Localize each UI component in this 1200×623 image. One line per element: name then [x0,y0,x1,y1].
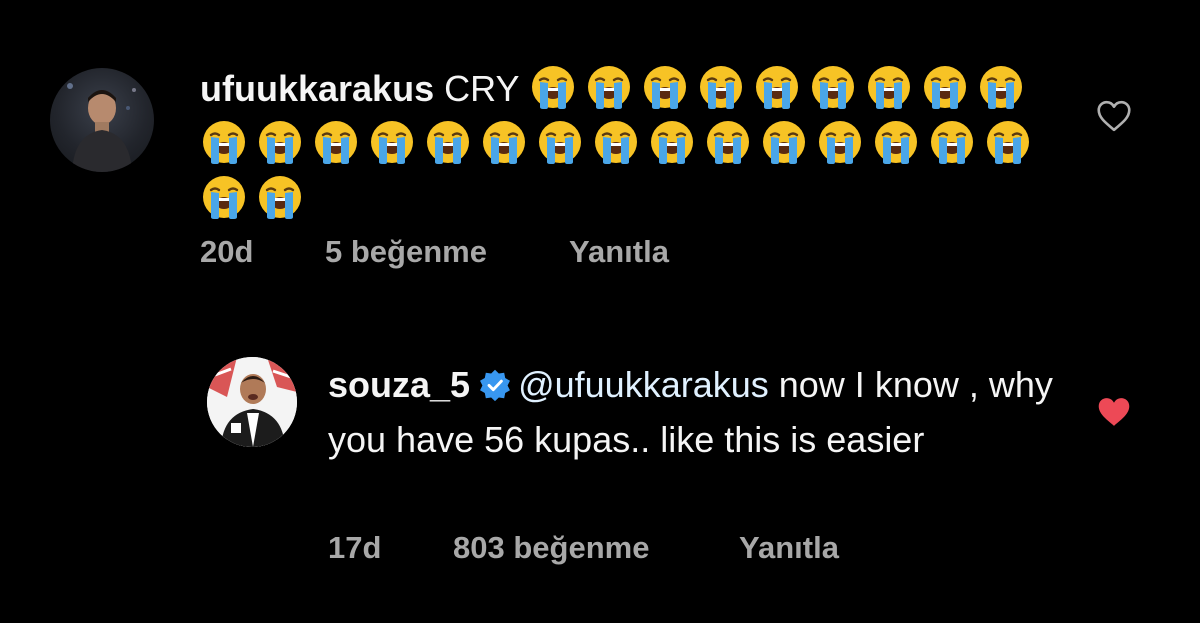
comment-body: souza_5 @ufuukkarakus now I know , why y… [328,357,1068,467]
verified-badge-icon [480,369,511,402]
loudly-crying-face-icon [979,66,1022,109]
loudly-crying-face-icon [867,66,910,109]
loudly-crying-face-icon [587,66,630,109]
person-photo-icon [207,357,297,447]
loudly-crying-face-icon [651,121,693,164]
comment-time: 17d [328,530,382,565]
loudly-crying-face-icon [259,121,301,164]
loudly-crying-face-icon [203,176,245,219]
loudly-crying-face-icon [987,121,1029,164]
comment-username[interactable]: ufuukkarakus [200,68,434,109]
loudly-crying-face-icon [931,121,973,164]
loudly-crying-face-icon [595,121,637,164]
loudly-crying-face-icon [755,66,798,109]
comment-likes[interactable]: 803 beğenme [453,530,649,566]
loudly-crying-face-icon [875,121,917,164]
avatar[interactable] [207,357,297,447]
loudly-crying-face-icon [643,66,686,109]
comment-time: 20d [200,234,254,269]
loudly-crying-face-icon [539,121,581,164]
loudly-crying-face-icon [819,121,861,164]
comment-likes[interactable]: 5 beğenme [325,234,487,270]
mention-link[interactable]: @ufuukkarakus [518,364,769,405]
loudly-crying-face-icon [707,121,749,164]
reply-button[interactable]: Yanıtla [739,530,839,566]
loudly-crying-face-icon [315,121,357,164]
loudly-crying-face-icon [203,121,245,164]
loudly-crying-face-icon [427,121,469,164]
comment-text: CRY [444,68,519,109]
liked-heart-icon[interactable] [1096,396,1132,428]
comment-body: ufuukkarakus CRY [200,61,1080,226]
loudly-crying-face-icon [531,66,574,109]
like-heart-icon[interactable] [1096,100,1132,132]
loudly-crying-face-icon [763,121,805,164]
loudly-crying-face-icon [483,121,525,164]
loudly-crying-face-icon [699,66,742,109]
loudly-crying-face-icon [371,121,413,164]
reply-button[interactable]: Yanıtla [569,234,669,270]
comment-username[interactable]: souza_5 [328,364,470,405]
avatar[interactable] [50,68,154,172]
loudly-crying-face-icon [923,66,966,109]
loudly-crying-face-icon [259,176,301,219]
loudly-crying-face-icon [811,66,854,109]
person-photo-icon [67,83,136,172]
